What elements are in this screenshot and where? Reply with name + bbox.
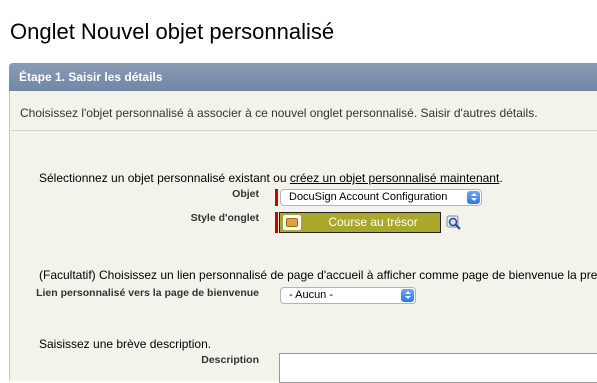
object-prompt-suffix: .	[499, 171, 503, 185]
chevron-updown-icon	[467, 191, 480, 204]
tab-style-swatch[interactable]: Course au trésor	[279, 212, 441, 233]
magnifier-lookup-icon[interactable]	[446, 215, 462, 231]
splash-select[interactable]: - Aucun -	[280, 287, 416, 304]
splash-label: Lien personnalisé vers la page de bienve…	[36, 287, 259, 299]
description-textarea[interactable]	[279, 353, 597, 383]
tab-style-name: Course au trésor	[328, 215, 418, 229]
splash-prompt: (Facultatif) Choisissez un lien personna…	[39, 268, 597, 282]
chevron-updown-icon	[401, 289, 414, 302]
required-indicator	[275, 189, 278, 206]
step-panel: Choisissez l'objet personnalisé à associ…	[9, 91, 597, 383]
tab-style-label: Style d'onglet	[190, 212, 259, 224]
object-prompt-prefix: Sélectionnez un objet personnalisé exist…	[39, 171, 290, 185]
required-indicator	[275, 212, 278, 233]
section-divider	[10, 130, 597, 131]
object-select[interactable]: DocuSign Account Configuration	[280, 189, 482, 206]
description-label: Description	[201, 354, 259, 366]
object-label: Objet	[232, 188, 259, 200]
create-object-link[interactable]: créez un objet personnalisé maintenant	[290, 171, 499, 185]
step-header: Étape 1. Saisir les détails	[9, 63, 597, 91]
object-prompt: Sélectionnez un objet personnalisé exist…	[39, 171, 503, 185]
splash-select-value: - Aucun -	[289, 289, 334, 301]
description-prompt: Saisissez une brève description.	[39, 337, 212, 351]
object-select-value: DocuSign Account Configuration	[289, 191, 448, 203]
treasure-chest-icon	[283, 215, 301, 230]
instructions-text: Choisissez l'objet personnalisé à associ…	[20, 106, 538, 120]
page-title: Onglet Nouvel objet personnalisé	[10, 19, 335, 44]
